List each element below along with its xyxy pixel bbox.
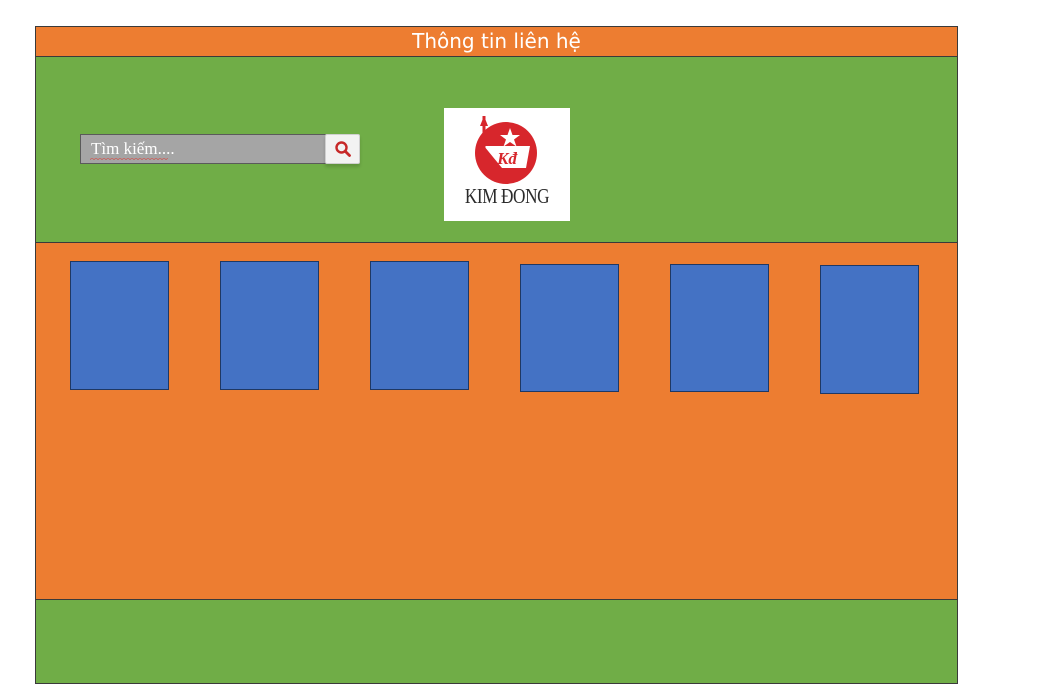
logo-emblem-text: Kđ [496, 149, 518, 168]
product-card[interactable] [520, 264, 619, 392]
kim-dong-logo[interactable]: Kđ KIM ĐONG [444, 108, 570, 221]
contact-info-title: Thông tin liên hệ [412, 29, 581, 53]
search-button[interactable] [325, 134, 360, 164]
product-card[interactable] [370, 261, 469, 390]
logo-text: KIM ĐONG [464, 184, 550, 208]
search-icon [334, 141, 351, 157]
footer-section [35, 599, 958, 684]
product-card[interactable] [220, 261, 319, 390]
product-card[interactable] [670, 264, 769, 392]
logo-emblem: Kđ [475, 116, 537, 184]
product-card[interactable] [70, 261, 169, 390]
spellcheck-underline [90, 156, 168, 160]
contact-info-bar[interactable]: Thông tin liên hệ [35, 26, 958, 57]
product-card[interactable] [820, 265, 919, 394]
